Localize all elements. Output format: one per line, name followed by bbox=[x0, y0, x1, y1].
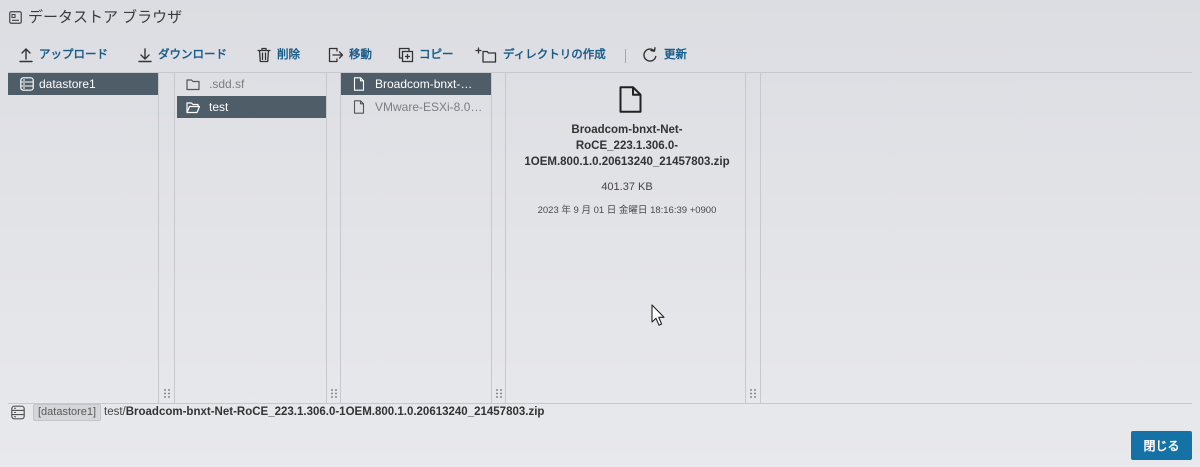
download-icon bbox=[137, 47, 153, 63]
preview-file-name-line: Broadcom-bnxt-Net- bbox=[571, 124, 683, 136]
folder-open-icon bbox=[186, 100, 200, 114]
folder-icon bbox=[186, 77, 200, 91]
datastore-icon bbox=[11, 405, 25, 420]
folder-item[interactable]: test bbox=[177, 96, 326, 118]
grip-icon bbox=[330, 389, 337, 398]
copy-button[interactable]: コピー bbox=[398, 46, 454, 64]
folder-item[interactable]: .sdd.sf bbox=[175, 73, 326, 95]
grip-icon bbox=[163, 389, 170, 398]
toolbar: アップロード ダウンロード 削除 移動 コピー ディレクトリの作成 更新 bbox=[0, 40, 1200, 70]
file-icon bbox=[352, 77, 366, 91]
download-label: ダウンロード bbox=[158, 49, 227, 61]
path-datastore-tag: [datastore1] bbox=[33, 404, 102, 421]
preview-modified-date: 2023 年 9 月 01 日 金曜日 18:16:39 +0900 bbox=[537, 205, 717, 216]
copy-label: コピー bbox=[419, 49, 454, 61]
grip-icon bbox=[750, 389, 756, 398]
folder-item-label: .sdd.sf bbox=[209, 77, 245, 91]
create-directory-label: ディレクトリの作成 bbox=[503, 49, 606, 61]
dialog-title: データストア ブラウザ bbox=[28, 9, 183, 26]
path-text: test/Broadcom-bnxt-Net-RoCE_223.1.306.0-… bbox=[104, 404, 544, 421]
move-label: 移動 bbox=[349, 49, 372, 61]
copy-icon bbox=[398, 47, 414, 63]
preview-file-name: Broadcom-bnxt-Net- RoCE_223.1.306.0- 1OE… bbox=[509, 122, 745, 170]
datastore-icon bbox=[20, 77, 34, 91]
refresh-label: 更新 bbox=[664, 49, 687, 61]
download-button[interactable]: ダウンロード bbox=[137, 46, 227, 64]
path-file-name: Broadcom-bnxt-Net-RoCE_223.1.306.0-1OEM.… bbox=[125, 406, 545, 418]
column-resize-handle[interactable] bbox=[158, 73, 175, 403]
file-item-label: VMware-ESXi-8.0… bbox=[375, 100, 483, 114]
column-empty bbox=[761, 73, 1192, 403]
dialog-header: データストア ブラウザ bbox=[0, 0, 1200, 36]
preview-file-name-line: 1OEM.800.1.0.20613240_21457803.zip bbox=[524, 156, 730, 168]
trash-icon bbox=[256, 47, 272, 63]
column-file-preview: Broadcom-bnxt-Net- RoCE_223.1.306.0- 1OE… bbox=[506, 73, 745, 403]
column-datastores: datastore1 bbox=[8, 73, 158, 403]
file-icon bbox=[352, 100, 366, 114]
datastore-item[interactable]: datastore1 bbox=[8, 73, 158, 95]
column-resize-handle[interactable] bbox=[326, 73, 341, 403]
upload-button[interactable]: アップロード bbox=[18, 46, 108, 64]
new-folder-icon bbox=[475, 47, 497, 63]
refresh-icon bbox=[642, 47, 658, 63]
preview-file-size: 401.37 KB bbox=[601, 181, 653, 193]
path-bar: [datastore1] test/Broadcom-bnxt-Net-RoCE… bbox=[0, 400, 1120, 424]
mouse-cursor-icon bbox=[651, 304, 666, 327]
folder-item-label: test bbox=[209, 100, 229, 114]
upload-label: アップロード bbox=[39, 49, 108, 61]
file-item[interactable]: Broadcom-bnxt-… bbox=[341, 73, 491, 95]
close-button[interactable]: 閉じる bbox=[1131, 431, 1192, 460]
delete-label: 削除 bbox=[277, 49, 300, 61]
preview-file-name-line: RoCE_223.1.306.0- bbox=[575, 140, 679, 152]
delete-button[interactable]: 削除 bbox=[256, 46, 300, 64]
grip-icon bbox=[495, 389, 502, 398]
file-item-label: Broadcom-bnxt-… bbox=[375, 77, 473, 91]
datastore-browser-icon bbox=[9, 11, 22, 24]
refresh-button[interactable]: 更新 bbox=[642, 46, 687, 64]
column-folder-contents: Broadcom-bnxt-… VMware-ESXi-8.0… bbox=[341, 73, 491, 403]
column-resize-handle[interactable] bbox=[491, 73, 506, 403]
datastore-item-label: datastore1 bbox=[39, 77, 96, 91]
column-resize-handle[interactable] bbox=[745, 73, 761, 403]
toolbar-separator bbox=[625, 49, 626, 63]
file-browser-columns: datastore1 .sdd.sf test Broadcom-bnxt-… … bbox=[8, 72, 1192, 404]
file-item[interactable]: VMware-ESXi-8.0… bbox=[341, 96, 491, 118]
move-icon bbox=[328, 47, 344, 63]
file-icon bbox=[619, 86, 642, 113]
create-directory-button[interactable]: ディレクトリの作成 bbox=[475, 46, 606, 64]
move-button[interactable]: 移動 bbox=[328, 46, 372, 64]
path-folder: test/ bbox=[104, 406, 126, 418]
upload-icon bbox=[18, 47, 34, 63]
column-datastore-contents: .sdd.sf test bbox=[175, 73, 326, 403]
